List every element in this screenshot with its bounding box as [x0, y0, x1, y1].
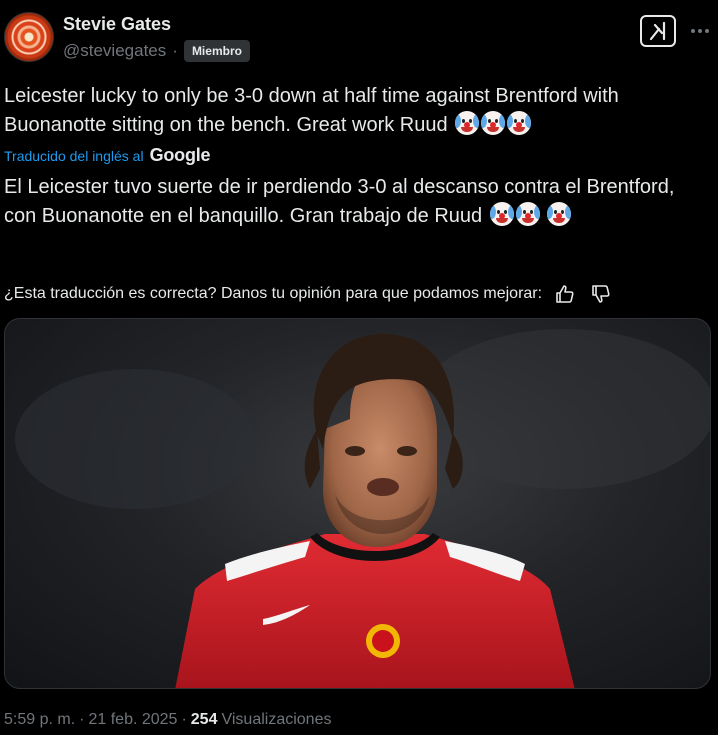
author-handle[interactable]: @steviegates — [63, 41, 166, 61]
translation-attribution[interactable]: Traducido del inglés al Google — [4, 145, 211, 166]
translation-feedback: ¿Esta traducción es correcta? Danos tu o… — [4, 282, 614, 306]
clown-emoji — [455, 111, 480, 135]
more-options-button[interactable] — [686, 17, 714, 45]
translated-text: El Leicester tuvo suerte de ir perdiendo… — [4, 176, 675, 227]
google-logo: Google — [149, 145, 211, 165]
thumbs-up-icon — [556, 285, 574, 303]
thumbs-up-button[interactable] — [552, 282, 578, 306]
author-name[interactable]: Stevie Gates — [63, 14, 171, 35]
views-count[interactable]: 254 — [191, 711, 218, 729]
grok-button[interactable] — [640, 15, 676, 47]
feedback-question: ¿Esta traducción es correcta? Danos tu o… — [4, 285, 543, 302]
grok-icon — [649, 21, 666, 41]
more-horizontal-icon — [691, 29, 709, 33]
avatar[interactable] — [4, 12, 54, 62]
member-badge[interactable]: Miembro — [183, 40, 250, 62]
clown-emoji — [547, 202, 572, 226]
post-original-text: Leicester lucky to only be 3-0 down at h… — [4, 82, 710, 140]
thumbs-down-button[interactable] — [588, 282, 614, 306]
clown-emoji — [489, 202, 514, 226]
clown-emoji — [507, 111, 532, 135]
player-photo — [15, 329, 710, 688]
meta-separator: · — [181, 711, 187, 728]
post-translated-text: El Leicester tuvo suerte de ir perdiendo… — [4, 173, 710, 231]
clown-emoji — [515, 202, 540, 226]
post-header: Stevie Gates @steviegates · Miembro — [0, 0, 718, 72]
author-handle-row: @steviegates · Miembro — [63, 40, 250, 62]
separator-dot: · — [172, 41, 178, 60]
thumbs-down-icon — [592, 285, 610, 303]
post-time[interactable]: 5:59 p. m. — [4, 711, 75, 729]
views-label: Visualizaciones — [221, 711, 332, 728]
translated-from-label[interactable]: Traducido del inglés al — [4, 148, 144, 164]
post-date[interactable]: 21 feb. 2025 — [88, 711, 177, 729]
meta-separator: · — [79, 711, 85, 728]
clown-emoji — [481, 111, 506, 135]
post-image[interactable] — [4, 318, 711, 689]
post-meta: 5:59 p. m. · 21 feb. 2025 · 254 Visualiz… — [4, 711, 331, 729]
